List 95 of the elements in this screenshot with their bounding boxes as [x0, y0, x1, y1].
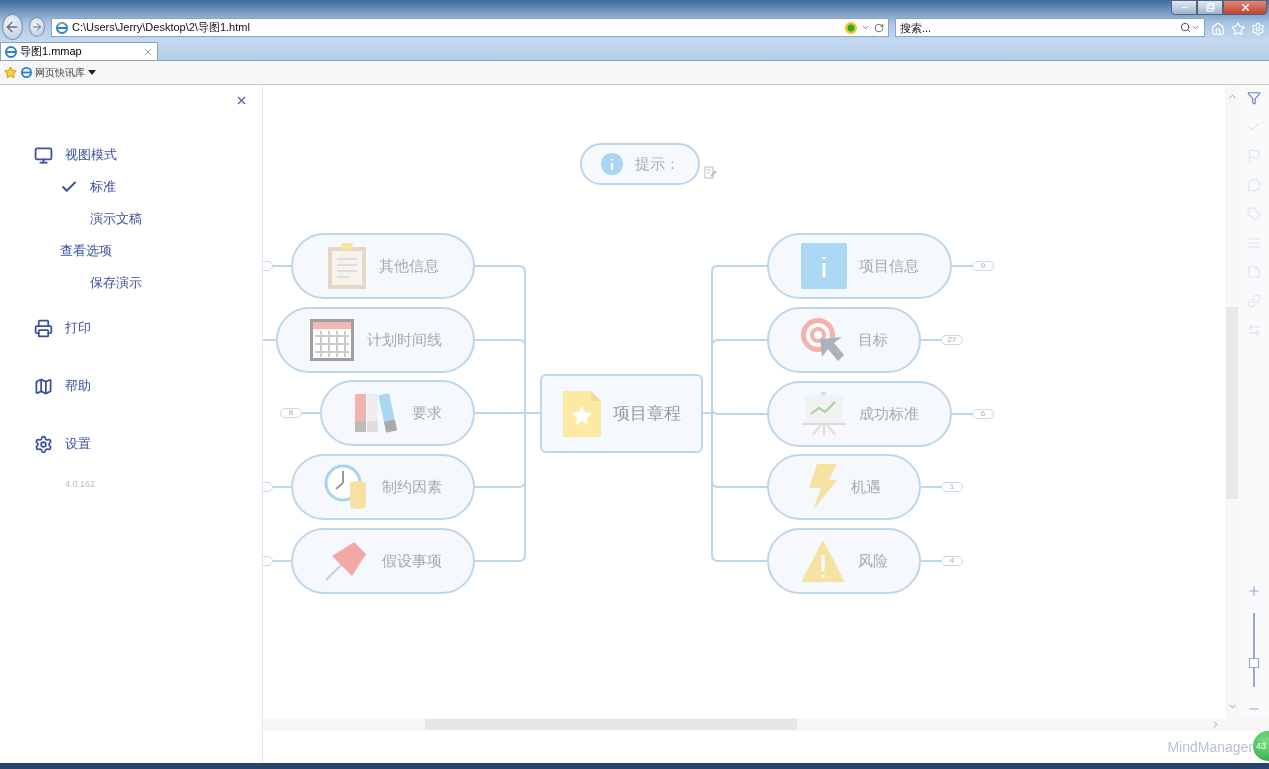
- address-text: C:\Users\Jerry\Desktop\2\导图1.html: [72, 20, 251, 35]
- count-badge[interactable]: 9: [972, 261, 994, 271]
- connector-line: [272, 560, 292, 562]
- caret-icon[interactable]: [88, 70, 96, 75]
- menu-item[interactable]: 标准: [90, 178, 116, 196]
- topic-node[interactable]: 要求: [320, 380, 475, 446]
- connector-line: [951, 265, 973, 267]
- topic-node[interactable]: 机遇: [767, 454, 921, 520]
- menu-item[interactable]: 演示文稿: [90, 210, 142, 228]
- connector-line: [920, 486, 942, 488]
- connector-line: [920, 339, 942, 341]
- notification-badge: 43: [1253, 731, 1269, 761]
- connector-line: [301, 412, 321, 414]
- menu-item[interactable]: 打印: [65, 319, 91, 337]
- close-tab-icon[interactable]: [143, 46, 153, 57]
- topic-node[interactable]: 目标: [767, 307, 921, 373]
- connector-line: [920, 560, 942, 562]
- count-badge[interactable]: 4: [941, 556, 963, 566]
- dropdown-icon[interactable]: [861, 23, 870, 32]
- menu-item[interactable]: 设置: [65, 435, 91, 453]
- zoom-in-icon[interactable]: [1247, 584, 1261, 598]
- tag-icon[interactable]: [1247, 207, 1261, 221]
- count-badge[interactable]: 1: [941, 482, 963, 492]
- forward-button[interactable]: [28, 17, 45, 37]
- close-button[interactable]: [235, 94, 248, 107]
- clipboard-icon: [327, 243, 367, 289]
- menu-item[interactable]: 帮助: [65, 377, 91, 395]
- connector-line: [263, 339, 277, 341]
- dropdown-icon[interactable]: [1191, 23, 1200, 32]
- document-star-icon: [562, 390, 601, 437]
- compat-icon[interactable]: [845, 21, 857, 34]
- refresh-icon[interactable]: [874, 22, 884, 33]
- central-topic[interactable]: 项目章程: [540, 374, 703, 453]
- search-field[interactable]: 搜索...: [900, 21, 1180, 34]
- brand-text: MindManager: [1167, 739, 1253, 755]
- restore-button[interactable]: [1197, 0, 1223, 15]
- target-icon: [800, 317, 846, 363]
- restore-icon: [1205, 3, 1215, 12]
- ie-icon: [5, 45, 17, 58]
- search-box[interactable]: 搜索...: [895, 18, 1205, 37]
- count-badge[interactable]: 6: [972, 409, 994, 419]
- topic-node[interactable]: 假设事项: [291, 528, 475, 594]
- flag-icon[interactable]: [1247, 149, 1261, 163]
- warning-icon: [800, 539, 846, 583]
- connector-line: [272, 265, 292, 267]
- favorites-icon[interactable]: [4, 66, 17, 79]
- favorites-label: 网页快讯库: [35, 65, 85, 80]
- monitor-icon: [34, 145, 53, 165]
- version-text: 4.0.162: [64, 479, 97, 489]
- menu-item[interactable]: 保存演示: [90, 274, 142, 292]
- map-icon: [34, 376, 53, 396]
- settings-icon: [34, 434, 53, 454]
- count-badge[interactable]: 8: [280, 408, 302, 418]
- chart-board-icon: [800, 392, 847, 436]
- note-icon[interactable]: [1247, 265, 1261, 279]
- info-icon: [800, 243, 847, 289]
- tip-node[interactable]: 提示：: [580, 143, 700, 185]
- check-icon[interactable]: [1247, 120, 1261, 134]
- topic-node[interactable]: 成功标准: [767, 381, 952, 447]
- menu-item[interactable]: 查看选项: [60, 242, 112, 260]
- comment-icon[interactable]: [1247, 178, 1261, 192]
- menu-item[interactable]: 视图模式: [65, 146, 117, 164]
- calendar-icon: [309, 318, 355, 362]
- printer-icon: [34, 318, 53, 338]
- home-icon[interactable]: [1211, 22, 1225, 36]
- favorites-link[interactable]: 网页快讯库: [21, 65, 96, 80]
- browser-tab[interactable]: 导图1.mmap: [0, 42, 158, 60]
- zoom-thumb[interactable]: [1249, 657, 1259, 668]
- connector-line: [951, 413, 973, 415]
- ie-icon: [21, 67, 32, 78]
- lightning-icon: [807, 464, 839, 510]
- close-icon: [1239, 2, 1251, 13]
- swap-icon[interactable]: [1247, 323, 1261, 337]
- search-icon[interactable]: [1180, 22, 1191, 33]
- minimize-button[interactable]: [1171, 0, 1197, 15]
- link-icon[interactable]: [1247, 294, 1261, 308]
- connector-line: [272, 486, 292, 488]
- count-badge[interactable]: 27: [941, 335, 963, 345]
- filter-icon[interactable]: [1247, 91, 1261, 105]
- topic-node[interactable]: 制约因素: [291, 454, 475, 520]
- close-button[interactable]: [1223, 0, 1267, 15]
- forward-arrow-icon: [30, 21, 43, 33]
- topic-node[interactable]: 风险: [767, 528, 921, 594]
- vertical-scrollbar[interactable]: [1225, 85, 1239, 718]
- settings-icon[interactable]: [1251, 22, 1265, 36]
- ie-icon: [56, 21, 68, 34]
- topic-node[interactable]: 项目信息: [767, 233, 952, 299]
- address-field[interactable]: C:\Users\Jerry\Desktop\2\导图1.html: [51, 18, 889, 37]
- back-button[interactable]: [2, 14, 23, 40]
- topic-node[interactable]: 计划时间线: [276, 307, 475, 373]
- note-icon[interactable]: [704, 166, 717, 179]
- scroll-thumb[interactable]: [425, 719, 797, 730]
- info-icon: [600, 153, 623, 175]
- topic-node[interactable]: 其他信息: [291, 233, 475, 299]
- binders-icon: [353, 392, 400, 434]
